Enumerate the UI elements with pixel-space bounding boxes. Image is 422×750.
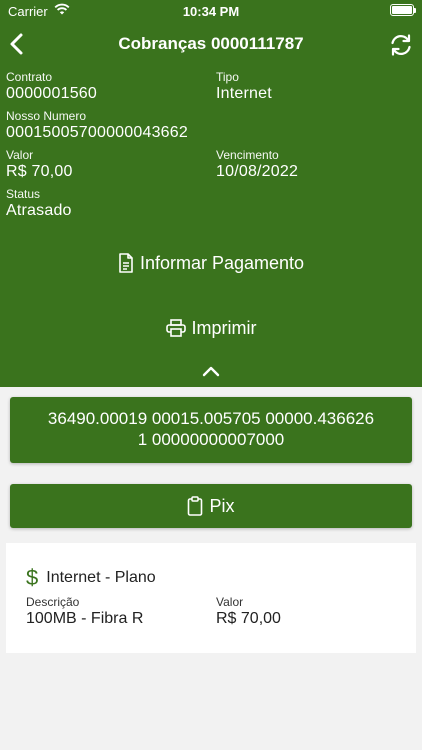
chevron-up-icon[interactable] <box>201 364 221 378</box>
page-title: Cobranças 0000111787 <box>118 34 304 53</box>
status-label: Status <box>6 187 41 201</box>
descricao-label: Descrição <box>26 595 80 609</box>
barcode-line[interactable]: 36490.00019 00015.005705 00000.436626 1 … <box>10 397 412 463</box>
nosso-numero-value: 00015005700000043662 <box>6 124 188 141</box>
contrato-value: 0000001560 <box>6 85 97 102</box>
pix-button[interactable]: Pix <box>10 484 412 528</box>
app-root: Carrier 10:34 PM Cobranças 0000111787 Co… <box>0 0 422 750</box>
dollar-icon: $ <box>26 565 39 590</box>
status-value: Atrasado <box>6 202 72 219</box>
pix-label: Pix <box>209 495 235 516</box>
contrato-label: Contrato <box>6 70 53 84</box>
tipo-label: Tipo <box>216 70 239 84</box>
plan-item-card: $ Internet - Plano Descrição 100MB - Fib… <box>6 543 416 653</box>
informar-pagamento-button[interactable]: Informar Pagamento <box>0 248 422 278</box>
barcode-line-2: 1 00000000007000 <box>137 430 285 449</box>
plan-item-header: $ Internet - Plano <box>26 567 156 589</box>
field-contrato: Contrato 0000001560 <box>6 70 97 104</box>
field-status: Status Atrasado <box>6 187 72 221</box>
field-vencimento: Vencimento 10/08/2022 <box>216 148 298 182</box>
item-descricao: Descrição 100MB - Fibra R <box>26 595 143 629</box>
valor-value: R$ 70,00 <box>6 163 73 180</box>
valor-label: Valor <box>6 148 34 162</box>
imprimir-label: Imprimir <box>191 317 257 338</box>
clipboard-icon <box>188 496 203 516</box>
plan-item-title: Internet - Plano <box>46 569 156 586</box>
informar-pagamento-label: Informar Pagamento <box>139 252 305 273</box>
document-icon <box>119 253 133 273</box>
imprimir-button[interactable]: Imprimir <box>0 313 422 343</box>
billing-header: Carrier 10:34 PM Cobranças 0000111787 Co… <box>0 0 422 387</box>
descricao-value: 100MB - Fibra R <box>26 610 144 627</box>
printer-icon <box>165 319 186 337</box>
field-tipo: Tipo Internet <box>216 70 272 104</box>
nosso-numero-label: Nosso Numero <box>6 109 87 123</box>
item-valor-value: R$ 70,00 <box>216 610 281 627</box>
vencimento-label: Vencimento <box>216 148 279 162</box>
battery-icon <box>390 4 416 16</box>
navigation-bar: Cobranças 0000111787 <box>0 28 422 60</box>
status-time: 10:34 PM <box>182 4 240 19</box>
item-valor-label: Valor <box>216 595 244 609</box>
status-bar: Carrier 10:34 PM <box>0 0 422 24</box>
tipo-value: Internet <box>216 85 272 102</box>
barcode-line-1: 36490.00019 00015.005705 00000.436626 <box>47 409 375 428</box>
item-valor: Valor R$ 70,00 <box>216 595 281 629</box>
refresh-icon <box>391 34 411 56</box>
field-nosso-numero: Nosso Numero 00015005700000043662 <box>6 109 188 143</box>
refresh-button[interactable] <box>388 32 414 58</box>
vencimento-value: 10/08/2022 <box>216 163 299 180</box>
field-valor: Valor R$ 70,00 <box>6 148 73 182</box>
